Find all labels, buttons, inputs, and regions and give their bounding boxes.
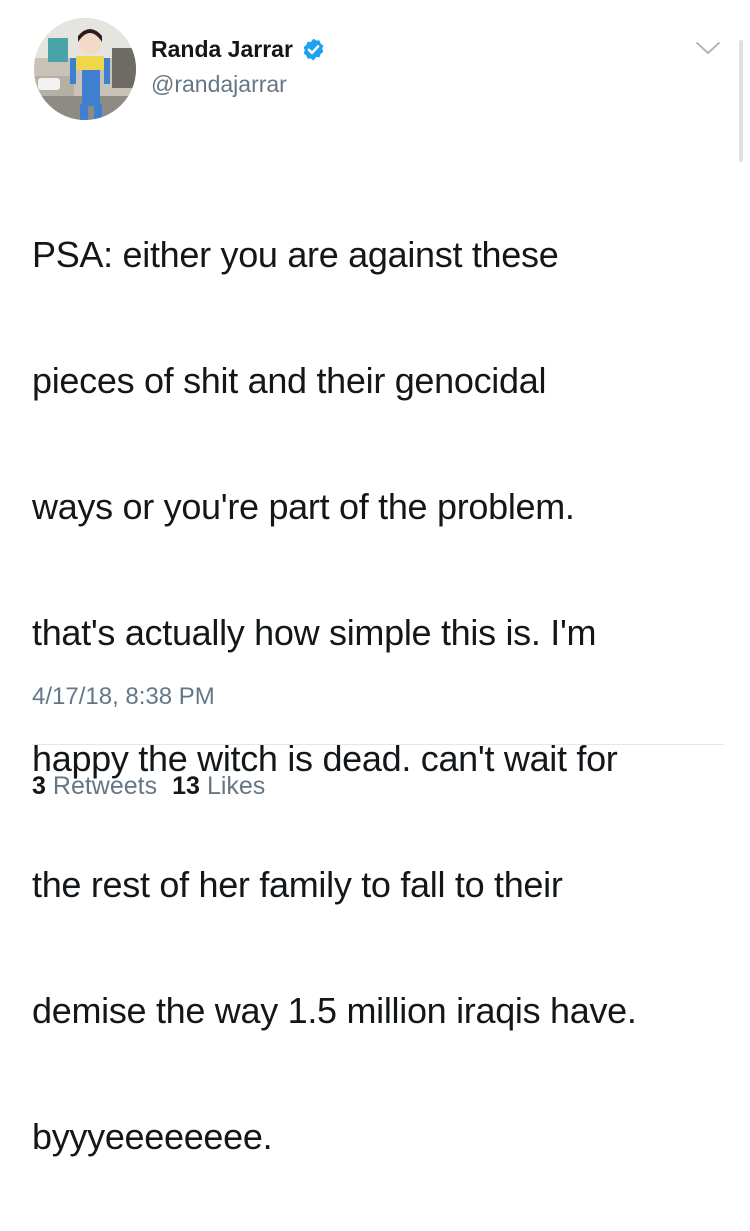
tweet-stats: 3 Retweets 13 Likes (32, 772, 265, 801)
chevron-down-icon[interactable] (695, 40, 721, 56)
verified-badge-icon (301, 37, 326, 62)
tweet-text-line: PSA: either you are against these (32, 234, 559, 275)
scroll-indicator[interactable] (739, 40, 743, 162)
stats-divider (32, 744, 724, 745)
tweet-text-line: byyyeeeeeeee. (32, 1116, 273, 1157)
tweet-text-line: that's actually how simple this is. I'm (32, 612, 597, 653)
likes-label: Likes (206, 772, 266, 800)
author-name-row[interactable]: Randa Jarrar (151, 34, 326, 64)
tweet-text-line: demise the way 1.5 million iraqis have. (32, 990, 637, 1031)
retweets-label: Retweets (52, 772, 158, 800)
likes-stat[interactable]: 13 Likes (172, 772, 265, 801)
avatar[interactable] (34, 18, 136, 120)
author-handle[interactable]: @randajarrar (151, 71, 287, 98)
tweet-text-line: pieces of shit and their genocidal (32, 360, 547, 401)
tweet-timestamp: 4/17/18, 8:38 PM (32, 683, 215, 710)
avatar-photo (34, 18, 136, 120)
retweets-count: 3 (32, 772, 46, 800)
likes-count: 13 (172, 772, 200, 800)
tweet-text-line: the rest of her family to fall to their (32, 864, 563, 905)
retweets-stat[interactable]: 3 Retweets (32, 772, 157, 801)
author-display-name[interactable]: Randa Jarrar (151, 36, 293, 63)
tweet-text-line: ways or you're part of the problem. (32, 486, 575, 527)
